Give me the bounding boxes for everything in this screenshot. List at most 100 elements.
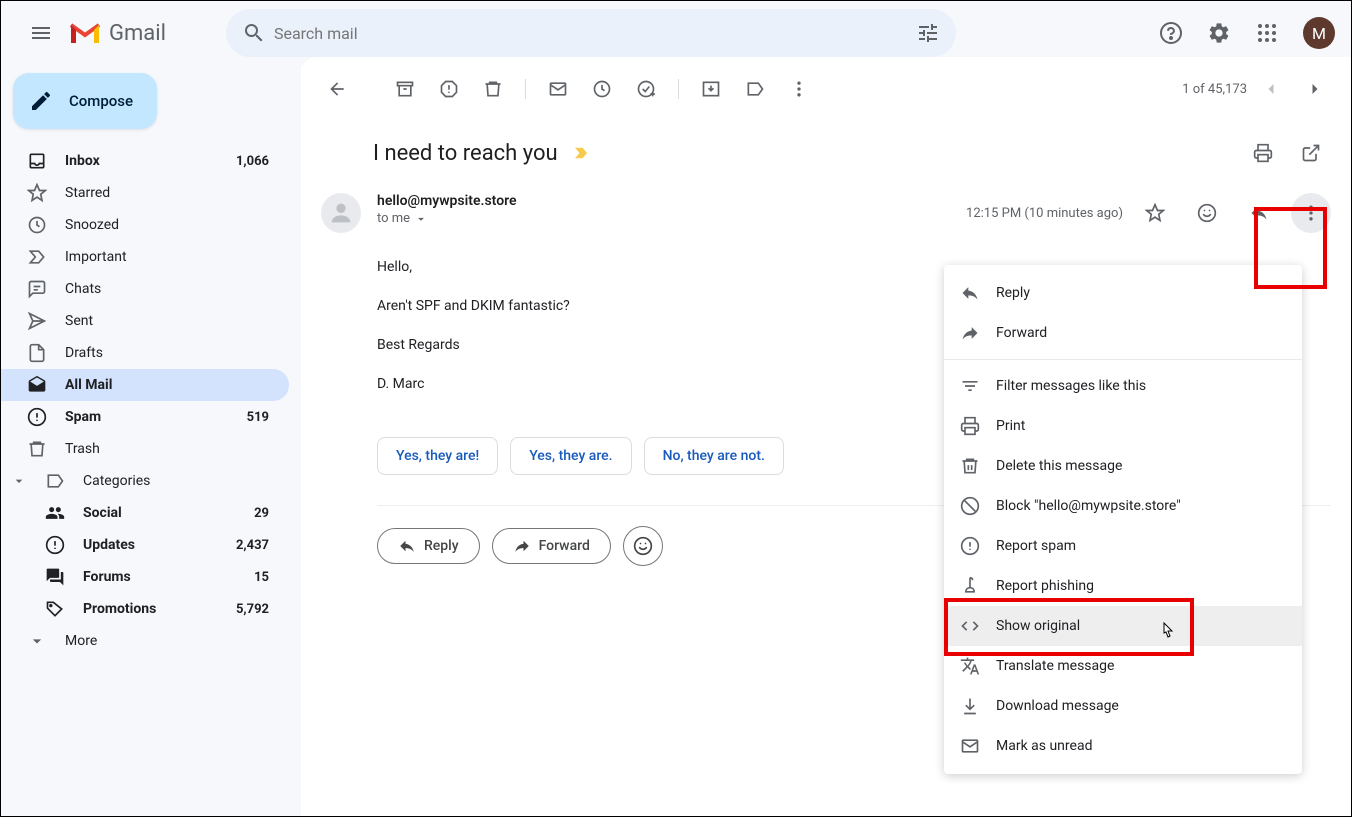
compose-label: Compose — [69, 92, 133, 110]
menu-item-reply[interactable]: Reply — [944, 273, 1302, 313]
download-icon — [960, 696, 980, 716]
search-options-button[interactable] — [908, 13, 948, 53]
reply-suggestion-0[interactable]: Yes, they are! — [377, 437, 498, 475]
context-menu: ReplyForward Filter messages like thisPri… — [944, 265, 1302, 774]
gmail-logo[interactable]: Gmail — [69, 21, 166, 46]
menu-item-print[interactable]: Print — [944, 406, 1302, 446]
email-subject: I need to reach you — [373, 141, 558, 166]
forward-icon — [960, 323, 980, 343]
reaction-button[interactable] — [1187, 193, 1227, 233]
back-button[interactable] — [317, 69, 357, 109]
social-icon — [45, 503, 65, 523]
archive-button[interactable] — [385, 69, 425, 109]
code-icon — [960, 616, 980, 636]
print-icon — [960, 416, 980, 436]
add-reaction-button[interactable] — [623, 526, 663, 566]
inbox-icon — [27, 151, 47, 171]
categories-icon — [45, 471, 65, 491]
print-button[interactable] — [1243, 133, 1283, 173]
menu-item-report-phishing[interactable]: Report phishing — [944, 566, 1302, 606]
sent-icon — [27, 311, 47, 331]
settings-button[interactable] — [1199, 13, 1239, 53]
sidebar-item-chats[interactable]: Chats — [1, 273, 289, 305]
toolbar: 1 of 45,173 — [301, 65, 1351, 113]
reply-icon — [960, 283, 980, 303]
forward-button[interactable]: Forward — [492, 528, 611, 564]
sidebar: Compose Inbox1,066StarredSnoozedImportan… — [1, 65, 301, 816]
app-name: Gmail — [109, 21, 166, 46]
apps-button[interactable] — [1247, 13, 1287, 53]
spam-icon — [960, 536, 980, 556]
main-menu-button[interactable] — [17, 9, 65, 57]
menu-item-forward[interactable]: Forward — [944, 313, 1302, 353]
menu-item-show-original[interactable]: Show original — [944, 606, 1302, 646]
sender-avatar[interactable] — [321, 193, 361, 233]
report-spam-button[interactable] — [429, 69, 469, 109]
reply-suggestion-2[interactable]: No, they are not. — [644, 437, 784, 475]
sidebar-item-important[interactable]: Important — [1, 241, 289, 273]
starred-icon — [27, 183, 47, 203]
sidebar-item-sent[interactable]: Sent — [1, 305, 289, 337]
sidebar-item-spam[interactable]: Spam519 — [1, 401, 289, 433]
sidebar-item-starred[interactable]: Starred — [1, 177, 289, 209]
search-bar — [226, 9, 956, 57]
more-label: More — [65, 633, 277, 649]
unread-icon — [960, 736, 980, 756]
newer-button[interactable] — [1251, 69, 1291, 109]
chats-icon — [27, 279, 47, 299]
filter-icon — [960, 376, 980, 396]
sidebar-item-drafts[interactable]: Drafts — [1, 337, 289, 369]
sidebar-category-social[interactable]: Social29 — [1, 497, 289, 529]
sidebar-item-inbox[interactable]: Inbox1,066 — [1, 145, 289, 177]
search-input[interactable] — [274, 24, 908, 43]
reply-button[interactable]: Reply — [377, 528, 480, 564]
trash-icon — [27, 439, 47, 459]
open-new-window-button[interactable] — [1291, 133, 1331, 173]
menu-item-mark-as-unread[interactable]: Mark as unread — [944, 726, 1302, 766]
snooze-button[interactable] — [582, 69, 622, 109]
move-to-button[interactable] — [691, 69, 731, 109]
sidebar-item-more[interactable]: More — [1, 625, 289, 657]
menu-item-translate-message[interactable]: Translate message — [944, 646, 1302, 686]
drafts-icon — [27, 343, 47, 363]
support-button[interactable] — [1151, 13, 1191, 53]
sidebar-item-categories[interactable]: Categories — [1, 465, 289, 497]
add-task-button[interactable] — [626, 69, 666, 109]
sidebar-category-promotions[interactable]: Promotions5,792 — [1, 593, 289, 625]
sidebar-category-forums[interactable]: Forums15 — [1, 561, 289, 593]
expand-more-icon — [27, 631, 47, 651]
chevron-down-icon — [414, 212, 428, 226]
compose-button[interactable]: Compose — [13, 73, 157, 129]
spam-icon — [27, 407, 47, 427]
delete-icon — [960, 456, 980, 476]
more-toolbar-button[interactable] — [779, 69, 819, 109]
sidebar-item-all-mail[interactable]: All Mail — [1, 369, 289, 401]
updates-icon — [45, 535, 65, 555]
importance-marker-icon[interactable] — [572, 144, 590, 162]
translate-icon — [960, 656, 980, 676]
menu-item-filter-messages-like-this[interactable]: Filter messages like this — [944, 366, 1302, 406]
header: Gmail M — [1, 1, 1351, 65]
older-button[interactable] — [1295, 69, 1335, 109]
sidebar-item-snoozed[interactable]: Snoozed — [1, 209, 289, 241]
reply-icon-button[interactable] — [1239, 193, 1279, 233]
search-icon[interactable] — [234, 13, 274, 53]
sidebar-category-updates[interactable]: Updates2,437 — [1, 529, 289, 561]
delete-button[interactable] — [473, 69, 513, 109]
mark-unread-button[interactable] — [538, 69, 578, 109]
timestamp: 12:15 PM (10 minutes ago) — [966, 206, 1123, 221]
sidebar-item-trash[interactable]: Trash — [1, 433, 289, 465]
important-icon — [27, 247, 47, 267]
menu-item-download-message[interactable]: Download message — [944, 686, 1302, 726]
star-button[interactable] — [1135, 193, 1175, 233]
menu-item-report-spam[interactable]: Report spam — [944, 526, 1302, 566]
menu-item-delete-this-message[interactable]: Delete this message — [944, 446, 1302, 486]
phishing-icon — [960, 576, 980, 596]
reply-suggestion-1[interactable]: Yes, they are. — [510, 437, 631, 475]
menu-item-block-hello-mywpsite-store-[interactable]: Block "hello@mywpsite.store" — [944, 486, 1302, 526]
snoozed-icon — [27, 215, 47, 235]
account-avatar[interactable]: M — [1303, 17, 1335, 49]
labels-button[interactable] — [735, 69, 775, 109]
recipient-label[interactable]: to me — [377, 211, 966, 226]
more-options-button[interactable] — [1291, 193, 1331, 233]
